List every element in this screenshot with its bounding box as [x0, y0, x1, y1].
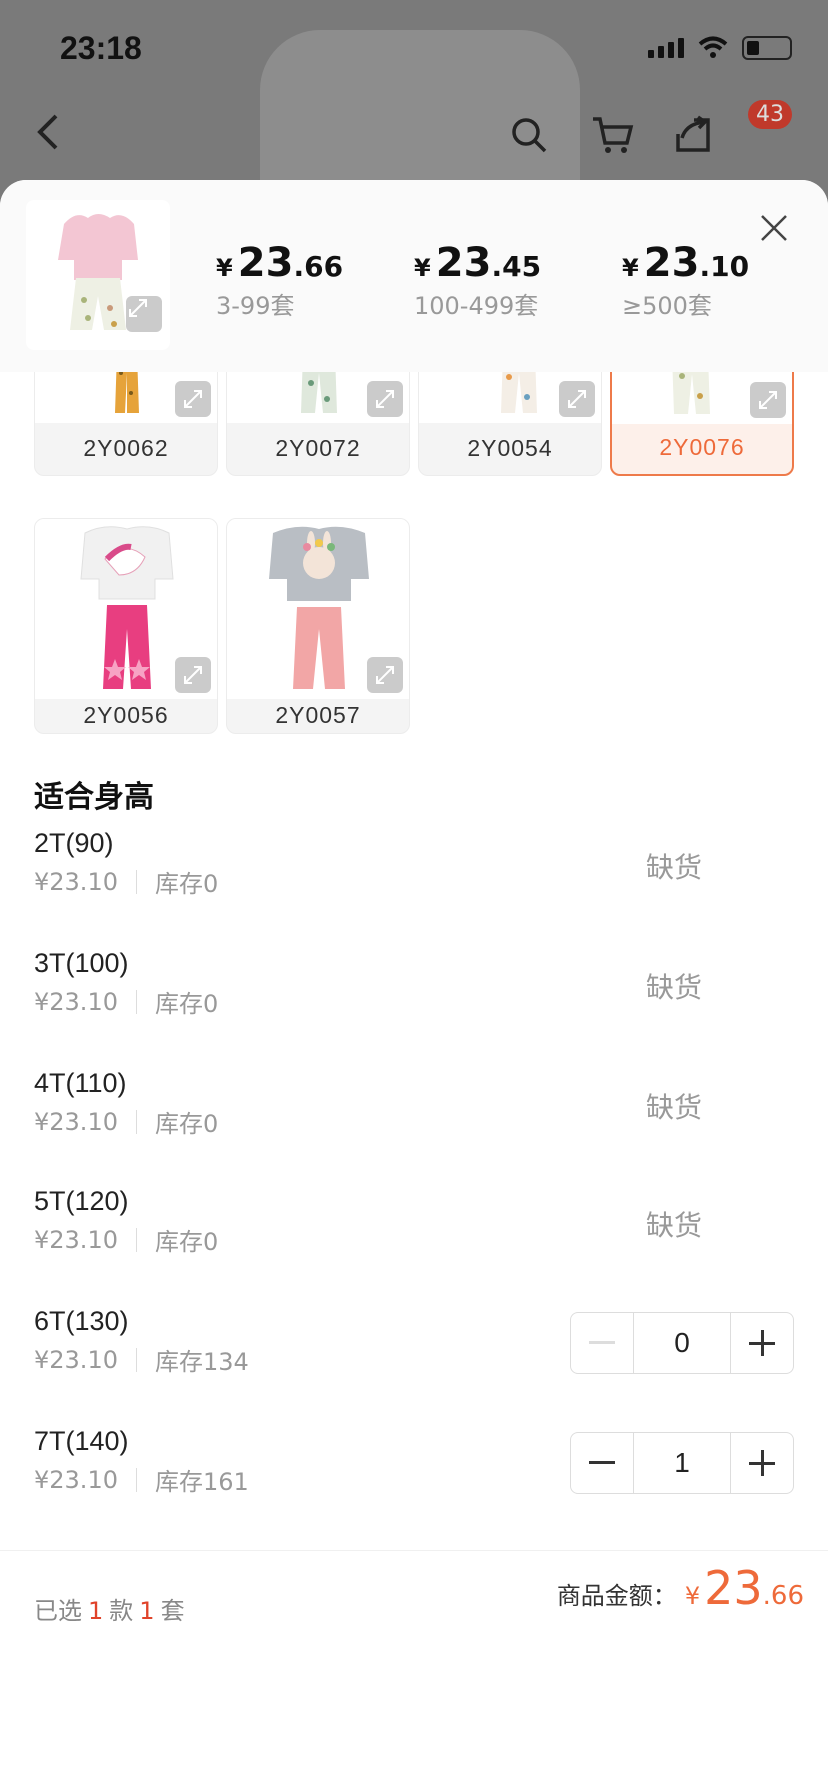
- message-badge[interactable]: 43: [748, 100, 792, 129]
- price-tier-3: ¥ 23.10 ≥500套: [622, 240, 750, 320]
- size-row: 6T(130) ¥23.10 库存134 0: [0, 1306, 828, 1416]
- out-of-stock-label: 缺货: [646, 1209, 703, 1242]
- size-row: 4T(110) ¥23.10 库存0 缺货: [34, 1068, 703, 1138]
- signal-icon: [648, 38, 684, 58]
- expand-icon[interactable]: [175, 657, 211, 693]
- size-row: 2T(90) ¥23.10 库存0 缺货: [34, 828, 703, 898]
- variant-code: 2Y0054: [467, 435, 553, 461]
- selection-summary: 已选 1 款 1 套: [34, 1597, 185, 1625]
- increment-button[interactable]: [731, 1313, 793, 1373]
- quantity-input[interactable]: 1: [633, 1433, 731, 1493]
- share-icon[interactable]: [666, 108, 720, 162]
- increment-button[interactable]: [731, 1433, 793, 1493]
- quantity-input[interactable]: 0: [633, 1313, 731, 1373]
- battery-icon: [742, 36, 792, 60]
- sheet-footer: 已选 1 款 1 套 商品金额： ¥23.66: [0, 1550, 828, 1792]
- price-tier-1: ¥ 23.66 3-99套: [216, 240, 344, 320]
- search-icon[interactable]: [502, 108, 556, 162]
- expand-icon[interactable]: [175, 381, 211, 417]
- product-nav-bar: [0, 100, 828, 170]
- status-bar: 23:18: [0, 0, 828, 96]
- variant-code: 2Y0076: [659, 434, 745, 460]
- sheet-scroll-area[interactable]: 2Y0062 2Y0072 2Y0054 2Y0076 2Y0056 2Y005…: [0, 352, 828, 1732]
- out-of-stock-label: 缺货: [646, 851, 703, 884]
- variant-code: 2Y0062: [83, 435, 169, 461]
- size-row: 3T(100) ¥23.10 库存0 缺货: [34, 948, 703, 1018]
- size-row: 5T(120) ¥23.10 库存0 缺货: [34, 1186, 703, 1256]
- expand-icon[interactable]: [750, 382, 786, 418]
- expand-icon[interactable]: [126, 296, 162, 332]
- total-amount: 商品金额： ¥23.66: [556, 1561, 804, 1615]
- quantity-stepper: 0: [570, 1312, 794, 1374]
- out-of-stock-label: 缺货: [646, 971, 703, 1004]
- size-row: 7T(140) ¥23.10 库存161 1: [0, 1426, 828, 1536]
- expand-icon[interactable]: [367, 657, 403, 693]
- section-title-height: 适合身高: [34, 780, 154, 815]
- variant-code: 2Y0056: [83, 702, 169, 728]
- variant-card[interactable]: 2Y0056: [34, 518, 218, 734]
- status-time: 23:18: [60, 30, 142, 66]
- price-tier-2: ¥ 23.45 100-499套: [414, 240, 542, 320]
- quantity-stepper: 1: [570, 1432, 794, 1494]
- decrement-button[interactable]: [571, 1313, 633, 1373]
- sku-selector-sheet: ¥ 23.66 3-99套 ¥ 23.45 100-499套 ¥ 23.10 ≥…: [0, 180, 828, 1792]
- out-of-stock-label: 缺货: [646, 1091, 703, 1124]
- back-icon[interactable]: [30, 110, 70, 154]
- cart-icon[interactable]: [586, 108, 640, 162]
- decrement-button[interactable]: [571, 1433, 633, 1493]
- close-icon[interactable]: [756, 210, 792, 246]
- variant-code: 2Y0072: [275, 435, 361, 461]
- expand-icon[interactable]: [559, 381, 595, 417]
- wifi-icon: [698, 36, 728, 58]
- expand-icon[interactable]: [367, 381, 403, 417]
- variant-code: 2Y0057: [275, 702, 361, 728]
- sheet-header: ¥ 23.66 3-99套 ¥ 23.45 100-499套 ¥ 23.10 ≥…: [0, 180, 828, 372]
- variant-card[interactable]: 2Y0057: [226, 518, 410, 734]
- selected-variant-thumbnail[interactable]: [26, 200, 170, 350]
